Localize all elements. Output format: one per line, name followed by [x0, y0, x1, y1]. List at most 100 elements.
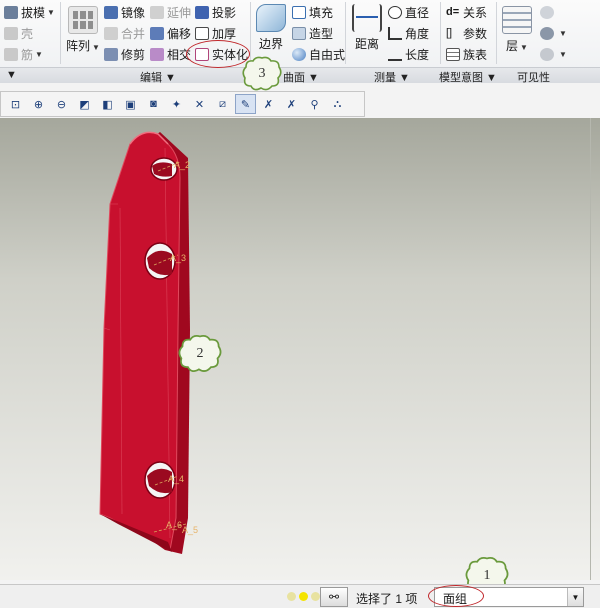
shell-icon — [4, 26, 18, 40]
status-bar: ⚯ 选择了 1 项 面组 ▼ — [0, 584, 600, 608]
callout-3: 3 — [241, 56, 283, 92]
diameter-icon — [388, 5, 402, 19]
eye-icon — [540, 26, 554, 40]
rib-icon — [4, 47, 18, 61]
freestyle-button[interactable]: 自由式 — [292, 46, 345, 62]
family-table-button[interactable]: 族表 — [446, 46, 487, 62]
diameter-button[interactable]: 直径 — [388, 4, 429, 20]
part-model[interactable]: A_2 A_3 A_4 A_6 A_5 — [0, 118, 600, 580]
hide-button[interactable] — [540, 4, 557, 20]
trim-icon — [104, 47, 118, 61]
network-button[interactable]: ⛬ — [327, 94, 348, 114]
separator — [250, 2, 251, 64]
distance-icon — [352, 4, 382, 32]
relations-button[interactable]: d= 关系 — [446, 4, 487, 20]
rib-button[interactable]: 筋 ▼ — [4, 46, 43, 62]
zoom-in-button[interactable]: ⊕ — [28, 94, 49, 114]
datum-display-button[interactable]: ✦ — [166, 94, 187, 114]
family-table-icon — [446, 47, 460, 61]
point-display-button[interactable]: ✎ — [235, 94, 256, 114]
zoom-in-icon: ⊕ — [33, 98, 44, 111]
axis-display-button[interactable]: ⧄ — [212, 94, 233, 114]
separator — [345, 2, 346, 64]
status-icon — [540, 47, 554, 61]
separator — [496, 2, 497, 64]
spin-center-icon: ⚲ — [310, 98, 319, 111]
graphics-window[interactable]: A_2 A_3 A_4 A_6 A_5 — [0, 118, 600, 580]
parameters-button[interactable]: [] 参数 — [446, 25, 487, 41]
draft-button[interactable]: 拔模 ▼ — [4, 4, 55, 20]
relations-icon: d= — [446, 5, 460, 18]
status-button[interactable]: ▼ — [540, 46, 567, 62]
annotation-display-icon: ✗ — [286, 98, 297, 111]
trim-button[interactable]: 修剪 — [104, 46, 145, 62]
offset-button[interactable]: 偏移 — [150, 25, 191, 41]
distance-button[interactable]: 距离 — [352, 4, 382, 52]
parameters-icon: [] — [446, 26, 453, 39]
ribbon: 拔模 ▼ 壳 筋 ▼ 阵列 ▼ 镜像 合并 修剪 延伸 偏移 相交 投影 加厚 实体化… — [0, 0, 600, 85]
plane-display-icon: ✕ — [194, 98, 205, 111]
display-style-button[interactable]: ◧ — [97, 94, 118, 114]
ribbon-group-bar: ▼ 编辑 ▼ 曲面 ▼ 测量 ▼ 模型意图 ▼ 可见性 — [0, 67, 600, 85]
status-light-icon — [287, 592, 296, 601]
annotation-display-button[interactable]: ✗ — [281, 94, 302, 114]
thicken-button[interactable]: 加厚 — [195, 25, 236, 41]
csys-display-button[interactable]: ✗ — [258, 94, 279, 114]
csys-display-icon: ✗ — [263, 98, 274, 111]
callout-2: 2 — [177, 334, 223, 374]
offset-icon — [150, 26, 164, 40]
zoom-out-button[interactable]: ⊖ — [51, 94, 72, 114]
point-display-icon: ✎ — [240, 98, 251, 111]
layer-button[interactable]: 层 ▼ — [500, 6, 534, 54]
axis-label-a5[interactable]: A_5 — [182, 525, 198, 535]
thicken-icon — [195, 26, 209, 40]
repaint-button[interactable]: ◩ — [74, 94, 95, 114]
layer-icon — [502, 6, 532, 34]
plane-display-button[interactable]: ✕ — [189, 94, 210, 114]
status-lights — [287, 592, 320, 601]
binoculars-icon: ⚯ — [328, 590, 340, 604]
pattern-button[interactable]: 阵列 ▼ — [66, 6, 100, 54]
viewport-border — [590, 118, 600, 580]
graphics-toolbar: ⊡ ⊕ ⊖ ◩ ◧ ▣ ◙ ✦ ✕ ⧄ ✎ ✗ ✗ ⚲ ⛬ — [0, 91, 365, 117]
status-light-icon — [311, 592, 320, 601]
find-button[interactable]: ⚯ — [320, 587, 348, 607]
fill-button[interactable]: 填充 — [292, 4, 333, 20]
angle-button[interactable]: 角度 — [388, 25, 429, 41]
axis-label-a4[interactable]: A_4 — [168, 474, 184, 484]
refit-icon: ⊡ — [10, 98, 21, 111]
extend-button[interactable]: 延伸 — [150, 4, 191, 20]
intersect-icon — [150, 47, 164, 61]
project-button[interactable]: 投影 — [195, 4, 236, 20]
merge-button[interactable]: 合并 — [104, 25, 145, 41]
boundary-blend-button[interactable]: 边界 — [253, 4, 289, 52]
freestyle-icon — [292, 47, 306, 61]
display-button[interactable]: ▼ — [540, 25, 567, 41]
group-label-edit[interactable]: 编辑 ▼ — [140, 69, 176, 85]
project-icon — [195, 5, 209, 19]
saved-orientation-icon: ▣ — [125, 98, 136, 111]
spin-center-button[interactable]: ⚲ — [304, 94, 325, 114]
repaint-icon: ◩ — [79, 98, 90, 111]
shell-button[interactable]: 壳 — [4, 25, 33, 41]
extend-icon — [150, 5, 164, 19]
style-button[interactable]: 造型 — [292, 25, 333, 41]
filter-highlight — [428, 585, 484, 607]
intersect-button[interactable]: 相交 — [150, 46, 191, 62]
axis-label-a3[interactable]: A_3 — [170, 253, 186, 263]
mirror-button[interactable]: 镜像 — [104, 4, 145, 20]
axis-label-a6[interactable]: A_6 — [166, 520, 182, 530]
group-label-surface[interactable]: 曲面 ▼ — [283, 69, 319, 85]
selection-count: 选择了 1 项 — [356, 592, 418, 606]
saved-orientation-button[interactable]: ▣ — [120, 94, 141, 114]
length-button[interactable]: 长度 — [388, 46, 429, 62]
group-label-measure[interactable]: 测量 ▼ — [374, 69, 410, 85]
angle-icon — [388, 26, 402, 40]
hide-icon — [540, 5, 554, 19]
refit-button[interactable]: ⊡ — [5, 94, 26, 114]
chevron-down-icon[interactable]: ▼ — [567, 588, 583, 606]
axis-label-a2[interactable]: A_2 — [174, 160, 190, 170]
group-expand-left[interactable]: ▼ — [6, 69, 17, 81]
group-label-model-intent[interactable]: 模型意图 ▼ — [439, 69, 497, 85]
view-manager-button[interactable]: ◙ — [143, 94, 164, 114]
